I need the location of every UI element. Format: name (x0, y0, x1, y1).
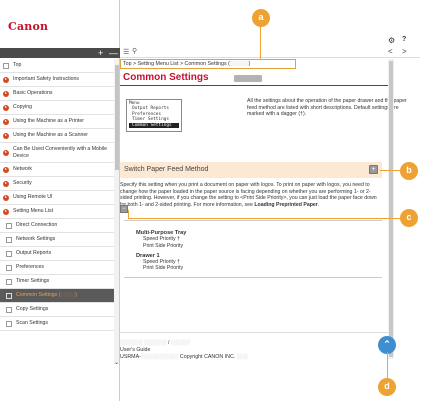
page-icon (6, 278, 12, 285)
section-description: Specify this setting when you print a do… (120, 182, 377, 208)
previous-page-button[interactable]: < (388, 47, 393, 56)
collapse-all-button[interactable]: — (109, 48, 118, 58)
callout-line (387, 352, 389, 380)
callout-line (128, 210, 130, 218)
sidebar-item-copy-settings[interactable]: Copy Settings (0, 303, 114, 318)
expand-all-section-button[interactable]: + (369, 165, 378, 174)
sidebar-nav: Top Important Safety Instructions Basic … (0, 59, 114, 364)
page-title-row: Common Settings (120, 70, 388, 86)
sidebar-item-network[interactable]: Network (0, 163, 114, 178)
sidebar-toolbar: + — (0, 48, 120, 58)
sidebar-item-basic-operations[interactable]: Basic Operations (0, 87, 114, 101)
help-button[interactable]: ? (402, 36, 406, 43)
sidebar-item-scan-settings[interactable]: Scan Settings (0, 317, 114, 332)
gear-icon[interactable]: ⚙ (388, 36, 395, 45)
sidebar-scroll-thumb[interactable] (114, 65, 119, 170)
page-icon (6, 250, 12, 257)
sidebar-item-timer-settings[interactable]: Timer Settings (0, 275, 114, 290)
chapter-icon (3, 194, 9, 201)
menu-icon[interactable]: ☰ (123, 48, 129, 56)
page-icon (3, 62, 9, 69)
sidebar-item-preferences[interactable]: Preferences (0, 261, 114, 276)
chapter-icon (3, 208, 9, 215)
settings-list: Multi-Purpose Tray Speed Priority † Prin… (136, 226, 286, 272)
page-icon (6, 292, 12, 299)
section-header-switch-paper-feed[interactable]: Switch Paper Feed Method + (120, 162, 382, 178)
footer: ░░░░░░ ░░░░░░ / ░░░░░ User's Guide USRMA… (120, 339, 388, 361)
section-title: Switch Paper Feed Method (124, 166, 209, 173)
sidebar-item-top[interactable]: Top (0, 59, 114, 73)
chapter-icon (3, 149, 9, 156)
chapter-icon (3, 76, 9, 83)
sidebar-item-direct-connection[interactable]: Direct Connection (0, 219, 114, 234)
page-icon (6, 222, 12, 229)
content-scroll-thumb[interactable] (389, 61, 393, 357)
footer-rule (120, 332, 388, 333)
divider (124, 220, 382, 221)
sidebar: Canon + — Top Important Safety Instructi… (0, 0, 120, 401)
setting-option: Print Side Priority (143, 242, 184, 249)
sidebar-item-security[interactable]: Security (0, 177, 114, 192)
callout-line (128, 218, 402, 220)
page-icon (6, 236, 12, 243)
callout-line (260, 26, 262, 60)
loading-preprinted-paper-link[interactable]: Loading Preprinted Paper (254, 202, 317, 208)
chapter-icon (3, 104, 9, 111)
model-badge (234, 75, 262, 82)
breadcrumb[interactable]: Top > Setting Menu List > Common Setting… (120, 59, 296, 69)
page-icon (6, 264, 12, 271)
footer-model-line: ░░░░░░ ░░░░░░ / ░░░░░ (120, 340, 190, 346)
menu-screen-illustration: Menu Output Reports Preferences Timer Se… (126, 99, 182, 132)
setting-option: Print Side Priority (143, 265, 184, 272)
sidebar-item-network-settings[interactable]: Network Settings (0, 233, 114, 248)
page-icon (6, 306, 12, 313)
chevron-down-icon[interactable]: ⌄ (114, 359, 119, 366)
sidebar-item-mobile[interactable]: Can Be Used Conveniently with a Mobile D… (0, 143, 114, 164)
divider (124, 277, 382, 278)
chapter-icon (3, 90, 9, 97)
content-toolbar: ☰ ⚲ < > (120, 47, 420, 58)
callout-d: d (378, 378, 396, 396)
sidebar-item-setting-menu-list[interactable]: Setting Menu List (0, 205, 114, 220)
chapter-icon (3, 132, 9, 139)
sidebar-item-output-reports[interactable]: Output Reports (0, 247, 114, 262)
chapter-icon (3, 180, 9, 187)
collapse-section-button[interactable]: − (120, 205, 128, 213)
sidebar-item-remote-ui[interactable]: Using Remote UI (0, 191, 114, 206)
expand-all-button[interactable]: + (98, 48, 103, 58)
content-pane: ⚙ ? ☰ ⚲ < > Top > Setting Menu List > Co… (120, 0, 424, 401)
sidebar-scrollbar[interactable]: ⌄ (114, 59, 119, 366)
sidebar-item-safety[interactable]: Important Safety Instructions (0, 73, 114, 87)
footer-copyright-line: USRMA-░░░░░░░░░░ Copyright CANON INC. ░░… (120, 354, 249, 360)
page-icon (6, 320, 12, 327)
callout-c: c (400, 209, 418, 227)
content-scrollbar[interactable] (388, 59, 394, 359)
callout-a: a (252, 9, 270, 27)
canon-logo: Canon (8, 20, 49, 33)
sidebar-item-copying[interactable]: Copying (0, 101, 114, 115)
sidebar-item-scanner[interactable]: Using the Machine as a Scanner (0, 129, 114, 143)
page-title: Common Settings (123, 72, 209, 83)
sidebar-item-printer[interactable]: Using the Machine as a Printer (0, 115, 114, 129)
callout-b: b (400, 162, 418, 180)
next-page-button[interactable]: > (402, 47, 407, 56)
search-icon[interactable]: ⚲ (132, 47, 137, 55)
chapter-icon (3, 118, 9, 125)
menu-item-selected: Common Settings (129, 122, 179, 129)
chapter-icon (3, 166, 9, 173)
sidebar-item-common-settings[interactable]: Common Settings (░░░░) (0, 289, 114, 304)
